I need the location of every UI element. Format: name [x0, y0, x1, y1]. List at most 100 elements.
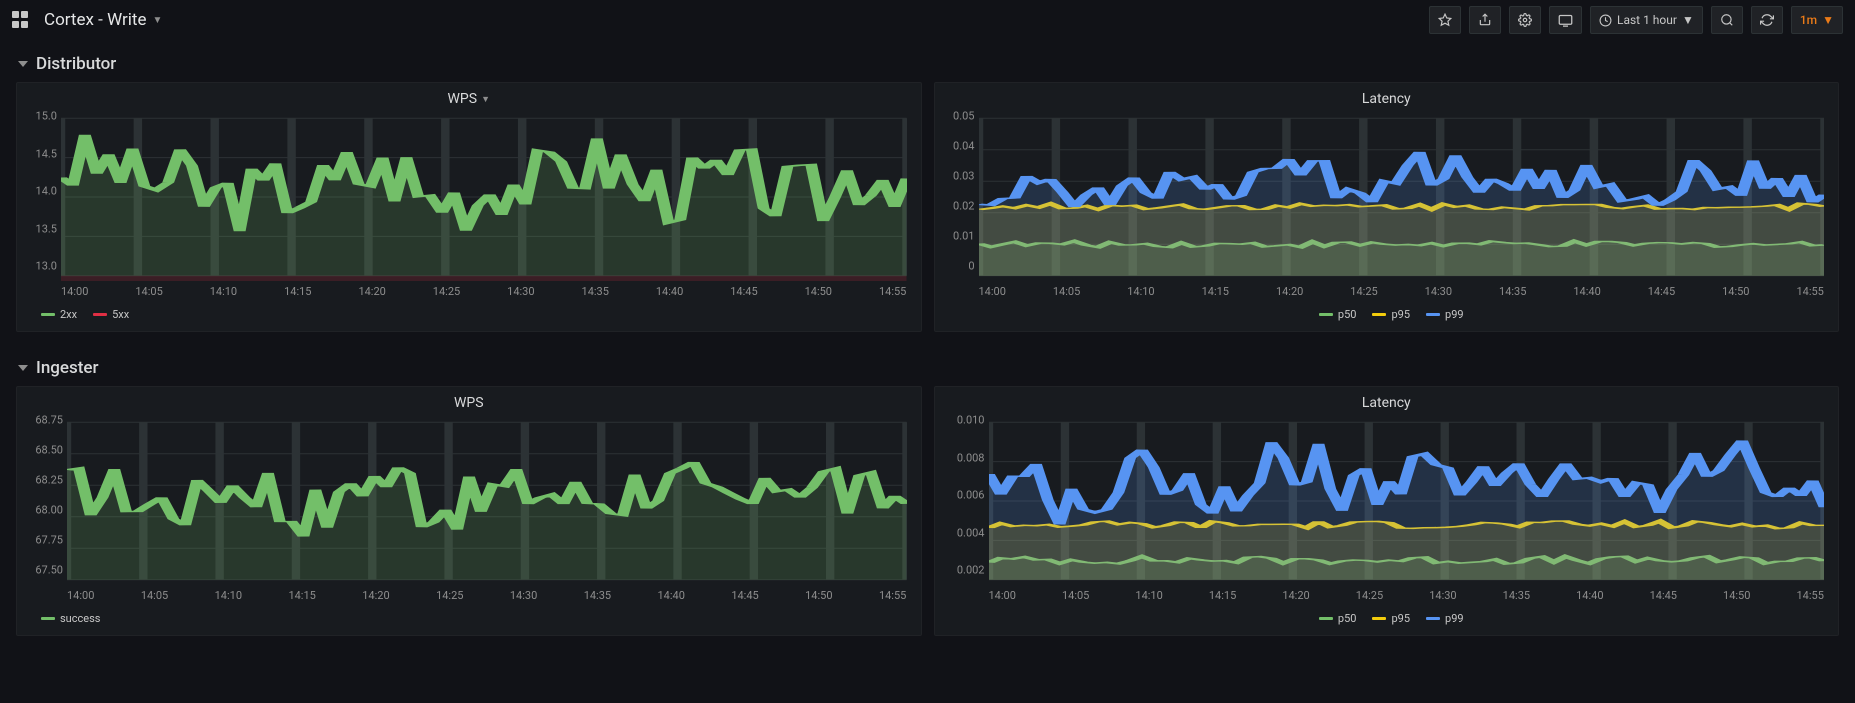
x-axis-label: 14:10: [215, 589, 242, 602]
x-axis-label: 14:55: [879, 589, 906, 602]
chevron-down-icon: [18, 61, 28, 67]
panel-distributor-latency[interactable]: Latency 0.050.040.030.020.010 14:0014:05…: [934, 82, 1840, 332]
x-axis-label: 14:40: [1573, 285, 1600, 298]
chevron-down-icon: ▼: [1822, 13, 1834, 27]
panel-row: WPS 68.75 68.50 68.25 68.00 67.75 67.50 14:00…: [0, 386, 1855, 648]
x-axis-label: 14:00: [67, 589, 94, 602]
x-axis-label: 14:15: [1202, 285, 1229, 298]
panel-title[interactable]: Latency: [935, 387, 1839, 415]
y-axis-label: 0.04: [935, 140, 975, 153]
x-axis-label: 14:50: [1722, 285, 1749, 298]
x-axis-label: 14:05: [135, 285, 162, 298]
x-axis-label: 14:45: [730, 285, 757, 298]
legend-item[interactable]: 5xx: [93, 308, 129, 321]
x-axis-ticks: 14:0014:0514:1014:1514:2014:2514:3014:35…: [935, 585, 1839, 606]
x-axis-label: 14:15: [288, 589, 315, 602]
plot-area[interactable]: 0.0100.0080.0060.0040.002: [935, 415, 1839, 585]
x-axis-label: 14:50: [805, 285, 832, 298]
x-axis-label: 14:40: [1576, 589, 1603, 602]
zoom-out-button[interactable]: [1711, 6, 1743, 34]
row-header-ingester[interactable]: Ingester: [0, 344, 1855, 386]
panel-ingester-wps[interactable]: WPS 68.75 68.50 68.25 68.00 67.75 67.50 14:00…: [16, 386, 922, 636]
y-axis-label: 68.75: [17, 414, 63, 427]
y-axis-label: 0.010: [935, 414, 985, 427]
x-axis-label: 14:05: [1053, 285, 1080, 298]
x-axis-label: 14:40: [658, 589, 685, 602]
x-axis-label: 14:50: [1723, 589, 1750, 602]
panel-title[interactable]: Latency: [935, 83, 1839, 111]
legend-item[interactable]: p95: [1372, 612, 1410, 625]
x-axis-label: 14:05: [1062, 589, 1089, 602]
chevron-down-icon: [18, 365, 28, 371]
y-axis-label: 0.02: [935, 200, 975, 213]
x-axis-label: 14:10: [210, 285, 237, 298]
row-header-distributor[interactable]: Distributor: [0, 40, 1855, 82]
legend-item[interactable]: p50: [1319, 612, 1357, 625]
share-button[interactable]: [1469, 6, 1501, 34]
y-axis-label: 68.00: [17, 504, 63, 517]
panel-title[interactable]: WPS: [17, 387, 921, 415]
x-axis-label: 14:05: [141, 589, 168, 602]
x-axis-label: 14:00: [989, 589, 1016, 602]
x-axis-label: 14:40: [656, 285, 683, 298]
y-axis-label: 68.50: [17, 444, 63, 457]
plot-area[interactable]: 15.014.514.013.513.0: [17, 111, 921, 281]
legend-item[interactable]: p50: [1319, 308, 1357, 321]
panel-row: WPS ▼ 15.014.514.013.513.0 14:0014:0514:…: [0, 82, 1855, 344]
x-axis-label: 14:10: [1127, 285, 1154, 298]
y-axis-label: 68.25: [17, 474, 63, 487]
topbar: Cortex - Write ▼ Last 1 hour ▼ 1m ▼: [0, 0, 1855, 40]
x-axis-label: 14:25: [1350, 285, 1377, 298]
row-title: Ingester: [36, 358, 99, 378]
x-axis-label: 14:35: [582, 285, 609, 298]
y-axis-label: 67.50: [17, 564, 63, 577]
x-axis-label: 14:45: [731, 589, 758, 602]
y-axis-label: 13.5: [17, 222, 57, 235]
x-axis-label: 14:00: [61, 285, 88, 298]
legend: p50 p95 p99: [935, 606, 1839, 635]
y-axis-label: 0.006: [935, 489, 985, 502]
x-axis-label: 14:15: [284, 285, 311, 298]
y-axis-label: 0.004: [935, 526, 985, 539]
legend: p50 p95 p99: [935, 302, 1839, 331]
y-axis-label: 67.75: [17, 534, 63, 547]
x-axis-label: 14:20: [1282, 589, 1309, 602]
legend-item[interactable]: p95: [1372, 308, 1410, 321]
x-axis-label: 14:15: [1209, 589, 1236, 602]
legend-item[interactable]: p99: [1426, 308, 1464, 321]
panel-distributor-wps[interactable]: WPS ▼ 15.014.514.013.513.0 14:0014:0514:…: [16, 82, 922, 332]
time-range-label: Last 1 hour: [1617, 13, 1677, 27]
legend-item[interactable]: p99: [1426, 612, 1464, 625]
legend: 2xx 5xx: [17, 302, 921, 331]
y-axis-label: 14.0: [17, 185, 57, 198]
plot-area[interactable]: 0.05 0.04 0.03 0.02 0.01 0: [935, 111, 1839, 281]
x-axis-ticks: 14:0014:0514:1014:1514:2014:2514:3014:35…: [17, 585, 921, 606]
panel-title[interactable]: WPS ▼: [17, 83, 921, 111]
legend: success: [17, 606, 921, 635]
legend-item[interactable]: 2xx: [41, 308, 77, 321]
x-axis-label: 14:10: [1135, 589, 1162, 602]
y-axis-label: 0.03: [935, 170, 975, 183]
x-axis-label: 14:35: [584, 589, 611, 602]
chevron-down-icon: ▼: [1682, 13, 1694, 27]
dashboard-title-dropdown[interactable]: Cortex - Write ▼: [44, 10, 162, 30]
time-range-picker[interactable]: Last 1 hour ▼: [1590, 6, 1703, 34]
y-axis-label: 0.05: [935, 110, 975, 123]
star-button[interactable]: [1429, 6, 1461, 34]
legend-item[interactable]: success: [41, 612, 100, 625]
tv-mode-button[interactable]: [1549, 6, 1582, 34]
settings-button[interactable]: [1509, 6, 1541, 34]
refresh-interval-picker[interactable]: 1m ▼: [1791, 6, 1843, 34]
x-axis-label: 14:50: [805, 589, 832, 602]
x-axis-label: 14:30: [1425, 285, 1452, 298]
dashboard-icon[interactable]: [12, 11, 30, 29]
y-axis-label: 0: [935, 260, 975, 273]
x-axis-label: 14:55: [879, 285, 906, 298]
panel-ingester-latency[interactable]: Latency 0.0100.0080.0060.0040.002 14:001…: [934, 386, 1840, 636]
y-axis-label: 0.01: [935, 230, 975, 243]
x-axis-label: 14:55: [1796, 589, 1823, 602]
x-axis-label: 14:20: [358, 285, 385, 298]
x-axis-label: 14:55: [1796, 285, 1823, 298]
plot-area[interactable]: 68.75 68.50 68.25 68.00 67.75 67.50: [17, 415, 921, 585]
refresh-button[interactable]: [1751, 6, 1783, 34]
